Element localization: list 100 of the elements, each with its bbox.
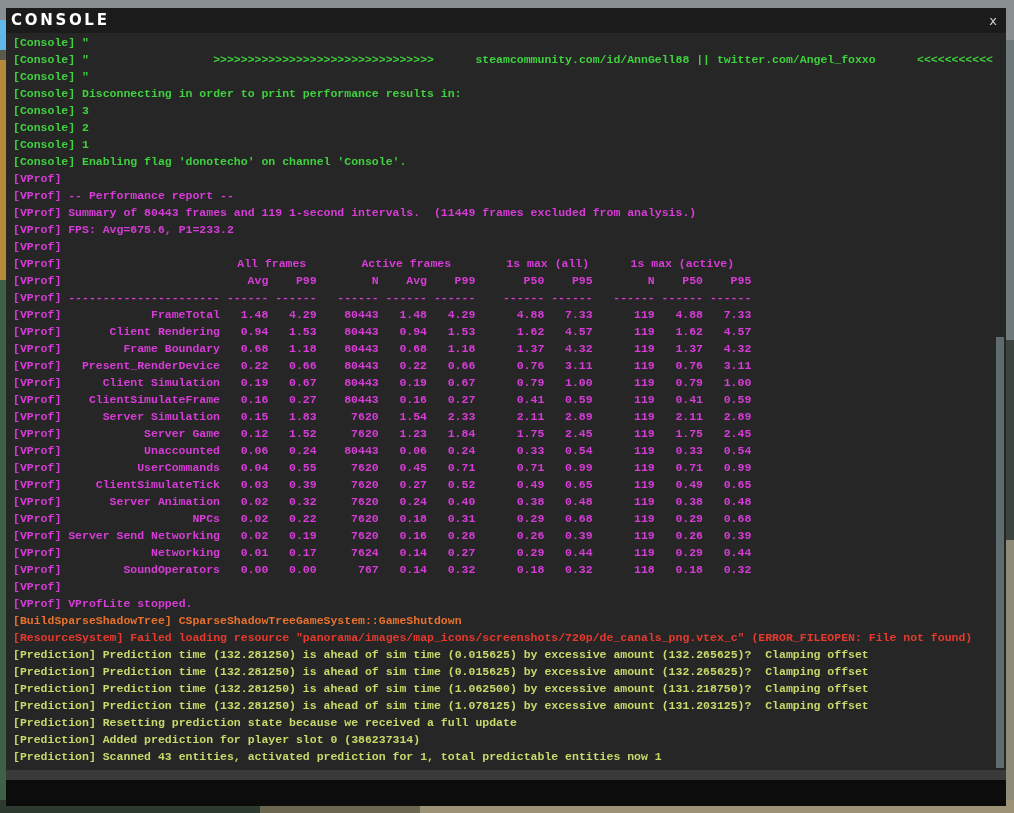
table-cell-text: 7620 <box>350 426 379 442</box>
table-cell-text: 119 <box>633 341 655 357</box>
table-cell-text: 0.40 <box>446 494 476 510</box>
table-cell-text: 0.71 <box>446 460 476 476</box>
column-group-header: 1s max (all) <box>505 256 591 272</box>
line-prefix: [VProf] <box>13 477 62 493</box>
table-cell-text: ------ <box>385 290 427 306</box>
table-cell-text: 0.33 <box>515 443 545 459</box>
table-cell-text: N <box>646 273 655 289</box>
scrollbar-thumb[interactable] <box>996 337 1004 768</box>
table-cell-text: 0.17 <box>288 545 317 561</box>
table-cell-text: 0.28 <box>446 528 476 544</box>
table-cell-text: 1.75 <box>674 426 703 442</box>
console-line: [VProf] FPS: Avg=675.6, P1=233.2 <box>13 223 234 236</box>
table-cell-text: 0.29 <box>674 511 703 527</box>
table-cell-text: 0.18 <box>674 562 703 578</box>
console-line: [VProf] VProfLite stopped. <box>13 597 193 610</box>
table-cell-text: ------ <box>709 290 752 306</box>
table-cell-text: 0.49 <box>674 477 703 493</box>
table-cell-text: NPCs <box>191 511 220 527</box>
table-cell-text: 0.68 <box>398 341 427 357</box>
table-cell-text: 0.68 <box>564 511 593 527</box>
table-cell-text: 119 <box>633 511 655 527</box>
table-cell-text: Server Send Networking <box>68 528 220 544</box>
table-cell-text: 0.32 <box>446 562 476 578</box>
table-cell-text: 0.04 <box>239 460 269 476</box>
table-cell-text: 118 <box>633 562 655 578</box>
table-cell-text: 0.14 <box>398 545 427 561</box>
command-input[interactable] <box>6 780 1006 806</box>
table-cell-text: 0.39 <box>564 528 593 544</box>
line-prefix: [VProf] <box>13 307 62 323</box>
table-cell-text: 4.88 <box>674 307 703 323</box>
console-line: [Prediction] Scanned 43 entities, activated prediction for 1, total predictable entities now 1 <box>13 750 662 763</box>
line-prefix: [VProf] <box>13 392 62 408</box>
table-cell-text: 0.29 <box>515 511 545 527</box>
table-cell-text: 7620 <box>350 511 379 527</box>
close-button[interactable]: x <box>985 10 1001 31</box>
line-prefix: [VProf] <box>13 528 62 544</box>
table-cell-text: 0.06 <box>398 443 427 459</box>
table-cell-text: 0.27 <box>446 545 476 561</box>
table-cell-text: 2.33 <box>446 409 476 425</box>
table-cell-text: 0.68 <box>239 341 269 357</box>
table-cell-text: 1.75 <box>515 426 545 442</box>
line-prefix: [VProf] <box>13 358 62 374</box>
table-cell-text: 3.11 <box>722 358 752 374</box>
table-cell-text: Server Animation <box>108 494 220 510</box>
table-cell-text: 0.39 <box>288 477 317 493</box>
table-cell-text: 0.38 <box>515 494 545 510</box>
table-cell-text: N <box>370 273 379 289</box>
table-cell-text: 0.29 <box>515 545 545 561</box>
console-line: [Prediction] Prediction time (132.281250) is ahead of sim time (0.015625) by excessive amount (132.265625)? Clamping offset <box>13 665 869 678</box>
line-prefix: [VProf] <box>13 256 62 272</box>
table-cell-text: FrameTotal <box>150 307 220 323</box>
table-cell-text: P95 <box>729 273 752 289</box>
line-prefix: [VProf] <box>13 545 62 561</box>
table-cell-text: 0.16 <box>398 392 427 408</box>
table-cell-text: 0.45 <box>398 460 427 476</box>
table-cell-text: Client Simulation <box>101 375 220 391</box>
table-cell-text: 0.06 <box>239 443 269 459</box>
table-cell-text: 0.26 <box>515 528 545 544</box>
table-cell-text: 0.24 <box>288 443 317 459</box>
table-cell-text: 7.33 <box>564 307 593 323</box>
table-cell-text: 0.67 <box>446 375 476 391</box>
table-cell-text: 1.53 <box>288 324 317 340</box>
table-cell-text: ---------------------- <box>68 290 220 306</box>
table-cell-text: 0.67 <box>288 375 317 391</box>
table-cell-text: 4.32 <box>564 341 593 357</box>
table-cell-text: 119 <box>633 528 655 544</box>
table-cell-text: 0.18 <box>398 511 427 527</box>
column-group-header: Active frames <box>360 256 453 272</box>
line-prefix: [VProf] <box>13 409 62 425</box>
table-cell-text: ------ <box>433 290 476 306</box>
table-cell-text: 1.48 <box>239 307 269 323</box>
line-prefix: [VProf] <box>13 324 62 340</box>
table-cell-text: 0.44 <box>722 545 752 561</box>
table-cell-text: 0.94 <box>398 324 427 340</box>
line-prefix: [VProf] <box>13 460 62 476</box>
table-cell-text: 80443 <box>343 358 379 374</box>
table-cell-text: UserCommands <box>136 460 220 476</box>
table-cell-text: 4.57 <box>722 324 752 340</box>
table-cell-text: 119 <box>633 307 655 323</box>
table-cell-text: Networking <box>150 545 220 561</box>
table-cell-text: Unaccounted <box>143 443 220 459</box>
table-cell-text: 0.41 <box>674 392 703 408</box>
table-cell-text: 119 <box>633 477 655 493</box>
table-cell-text: 0.27 <box>398 477 427 493</box>
table-cell-text: 1.83 <box>288 409 317 425</box>
table-cell-text: 0.00 <box>239 562 269 578</box>
table-cell-text: 0.54 <box>722 443 752 459</box>
line-prefix: [VProf] <box>13 443 62 459</box>
table-cell-text: 119 <box>633 409 655 425</box>
console-line: [Console] " <box>13 70 89 83</box>
table-cell-text: 0.79 <box>674 375 703 391</box>
table-cell-text: 0.38 <box>674 494 703 510</box>
console-line: [Prediction] Prediction time (132.281250) is ahead of sim time (1.078125) by excessive amount (131.203125)? Clamping offset <box>13 699 869 712</box>
console-line: [Console] " >>>>>>>>>>>>>>>>>>>>>>>>>>>>>>>> steamcommunity.com/id/AnnGell88 || twitter.com/Angel_foxxo <<<<<<<<<<< <box>13 53 993 66</box>
table-cell-text: 1.00 <box>722 375 752 391</box>
table-cell-text: 119 <box>633 375 655 391</box>
table-cell-text: 2.11 <box>515 409 545 425</box>
table-cell-text: 0.54 <box>564 443 593 459</box>
